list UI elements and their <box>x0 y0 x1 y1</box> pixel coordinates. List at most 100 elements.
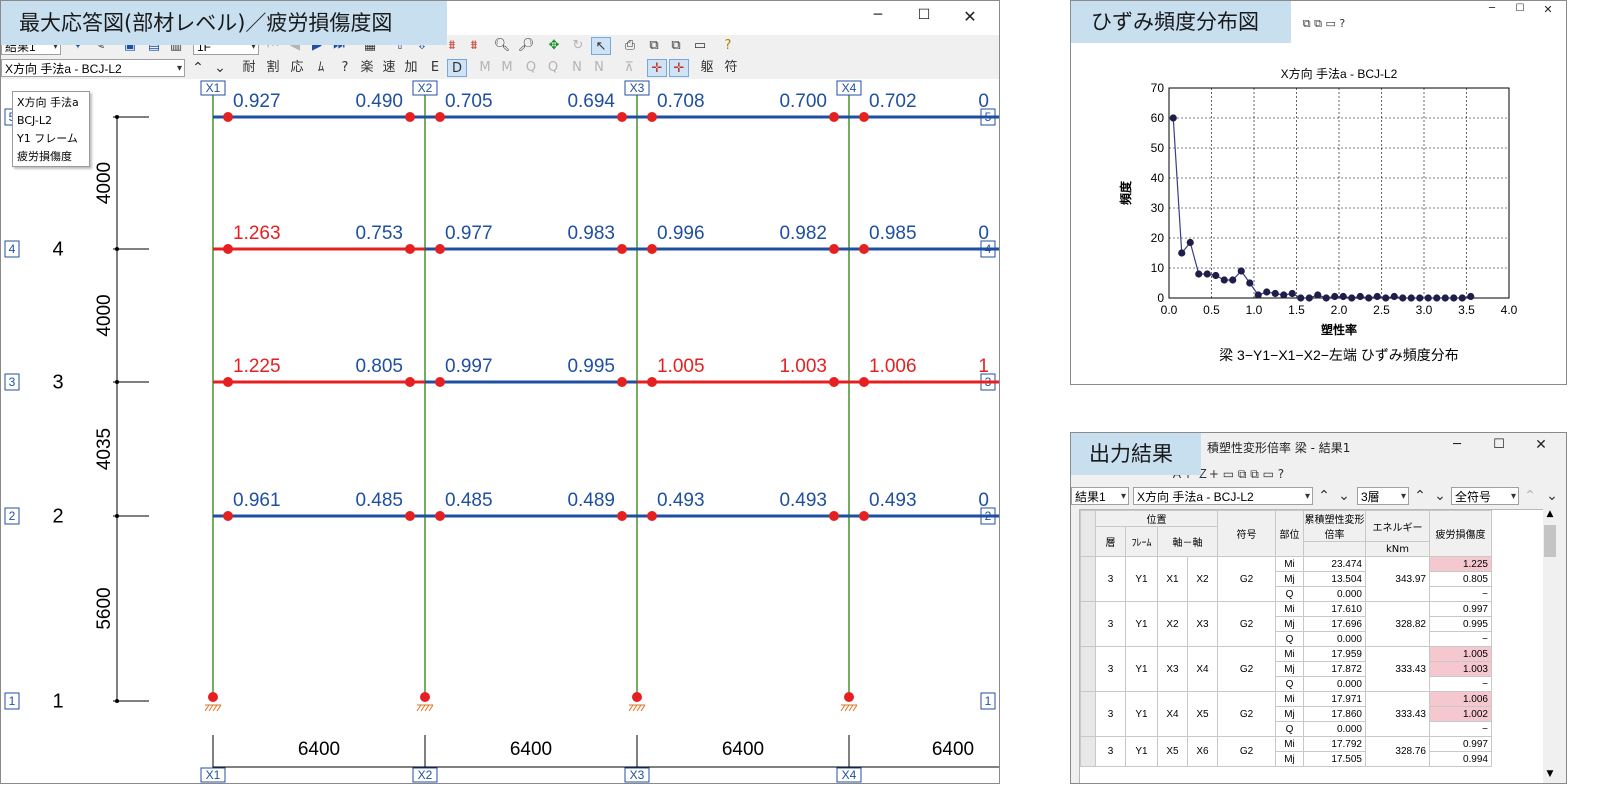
mode-btn-4[interactable]: ? <box>335 59 355 77</box>
mode-btn-6[interactable]: 速 <box>379 59 399 77</box>
data-point <box>1373 292 1381 301</box>
y-tick-label: 40 <box>1151 171 1165 185</box>
node2-icon[interactable]: ⩩ <box>465 37 483 55</box>
rotate-icon[interactable]: ↻ <box>569 37 587 55</box>
chevron-up-icon[interactable]: ⌃ <box>1411 487 1429 505</box>
fixed-support-icon <box>628 704 646 712</box>
mode-btn-10[interactable]: M <box>475 59 495 77</box>
mode-btn-2[interactable]: 応 <box>287 59 307 77</box>
hinge-dot <box>617 244 627 254</box>
chevron-up-icon[interactable]: ⌃ <box>1315 487 1333 505</box>
cell-damage: 0.995 <box>1429 616 1492 632</box>
hinge-dot <box>435 112 445 122</box>
chevron-down-icon: ▾ <box>1304 491 1310 502</box>
support-dot <box>208 692 218 702</box>
mode-btn-3[interactable]: ﾑ <box>311 59 331 77</box>
close-icon[interactable]: ✕ <box>947 7 993 26</box>
cell-axis-from: X5 <box>1157 736 1188 767</box>
x-tick-label: 3.5 <box>1458 303 1475 317</box>
data-point <box>1220 276 1228 284</box>
mode-btn-7[interactable]: 加 <box>401 59 421 77</box>
zoom-in-icon[interactable]: 🔎︎ <box>517 37 535 55</box>
sign-select[interactable]: 全符号 ▾ <box>1451 487 1519 505</box>
move-icon[interactable]: ✥ <box>545 37 563 55</box>
table-row[interactable]: 3 Y1 X5 X6 G2 Mi 17.792 328.76 0.997 <box>1080 736 1492 767</box>
case-select[interactable]: X方向 手法a - BCJ-L2 ▾ <box>1133 487 1313 505</box>
result-select[interactable]: 結果1 ▾ <box>1071 487 1129 505</box>
mode-btn-12[interactable]: Q <box>521 59 541 77</box>
maximize-icon[interactable]: ☐ <box>901 7 947 26</box>
mode-btn-1[interactable]: 割 <box>263 59 283 77</box>
minimize-icon[interactable]: ─ <box>1478 3 1506 16</box>
maximize-icon[interactable]: ☐ <box>1506 3 1534 16</box>
table-row[interactable]: 3 Y1 X2 X3 G2 Mi 17.610 328.82 0.997 <box>1080 601 1492 647</box>
scroll-thumb[interactable] <box>1544 525 1556 557</box>
cell-frame: Y1 <box>1125 736 1158 767</box>
table-row[interactable]: 3 Y1 X4 X5 G2 Mi 17.971 333.43 1.006 <box>1080 691 1492 737</box>
frame-diagram[interactable]: 4000400040355600554433221143210.9270.490… <box>1 79 999 784</box>
minimize-icon[interactable]: ─ <box>1436 437 1478 453</box>
table-row[interactable]: 3 Y1 X3 X4 G2 Mi 17.959 333.43 1.005 <box>1080 646 1492 692</box>
chevron-down-icon[interactable]: ⌄ <box>1431 487 1449 505</box>
mode-btn-11[interactable]: M <box>497 59 517 77</box>
window-copy-icon[interactable]: ⧉ <box>667 37 685 55</box>
chevron-up-icon[interactable]: ⌃ <box>189 59 207 77</box>
close-icon[interactable]: ✕ <box>1520 437 1562 453</box>
beam-value-label: 0.927 <box>233 91 281 112</box>
skeleton-btn[interactable]: 躯 <box>697 59 717 77</box>
span-label: 6400 <box>510 739 552 760</box>
print-icon[interactable]: ⎙ <box>621 37 639 55</box>
chart-title: X方向 手法a - BCJ-L2 <box>1281 66 1398 81</box>
symbol-btn[interactable]: 符 <box>721 59 741 77</box>
cell-part: Mi <box>1275 691 1304 707</box>
help-icon[interactable]: ? <box>719 37 737 55</box>
close-icon[interactable]: ✕ <box>1534 3 1562 16</box>
window-icon[interactable]: ▭ <box>691 37 709 55</box>
mode-btn-15[interactable]: N <box>589 59 609 77</box>
chart-caption: 梁 3−Y1−X1−X2−左端 ひずみ頻度分布 <box>1219 347 1459 363</box>
table-area: 位置 符号 部位 累積塑性変形倍率 エネルギー 疲労損傷度層ﾌﾚｰﾑ 軸－軸 kNm 3 Y1 X1… <box>1079 509 1545 783</box>
maximize-icon[interactable]: ☐ <box>1478 437 1520 453</box>
mode-btn-0[interactable]: 耐 <box>239 59 259 77</box>
pointer-icon[interactable]: ↖ <box>591 37 611 55</box>
floor-select[interactable]: 3層 ▾ <box>1357 487 1409 505</box>
cell-damage: − <box>1429 586 1492 602</box>
hinge-dot <box>829 112 839 122</box>
mode-btn-5[interactable]: 楽 <box>357 59 377 77</box>
row-header-cell <box>1080 691 1096 737</box>
mode-btn-8[interactable]: E <box>425 59 445 77</box>
y-tick-label: 30 <box>1151 201 1165 215</box>
chevron-down-icon[interactable]: ⌄ <box>1543 487 1561 505</box>
cell-ratio: 17.860 <box>1303 706 1366 722</box>
story-height-label: 4000 <box>94 162 115 204</box>
mode-btn-14[interactable]: N <box>567 59 587 77</box>
cell-ratio: 0.000 <box>1303 721 1366 737</box>
beam-value-label: 0.705 <box>445 91 493 112</box>
hinge-dot <box>647 244 657 254</box>
chevron-down-icon[interactable]: ⌄ <box>211 59 229 77</box>
table-row[interactable]: 3 Y1 X1 X2 G2 Mi 23.474 343.97 1.225 <box>1080 556 1492 602</box>
scroll-down-icon[interactable]: ▼ <box>1543 769 1557 783</box>
chevron-up-icon[interactable]: ⌃ <box>1521 487 1539 505</box>
cell-ratio: 17.872 <box>1303 661 1366 677</box>
case-select[interactable]: X方向 手法a - BCJ-L2 ▾ <box>1 59 185 77</box>
chevron-down-icon[interactable]: ⌄ <box>1335 487 1353 505</box>
toolbar-icons[interactable]: ⧉ ⧉ ▭ ? <box>1289 15 1359 33</box>
hinge-icon[interactable]: ✛ <box>647 59 667 77</box>
data-point <box>1331 292 1339 301</box>
zoom-out-icon[interactable]: 🔍︎ <box>493 37 511 55</box>
axis-tag-top-text: X4 <box>842 81 857 95</box>
mode-btn-13[interactable]: Q <box>543 59 563 77</box>
scroll-up-icon[interactable]: ▲ <box>1543 509 1557 523</box>
scrollbar[interactable]: ▲ ▼ <box>1543 509 1557 783</box>
y-tick-label: 50 <box>1151 141 1165 155</box>
base-icon[interactable]: ⊼ <box>619 59 639 77</box>
window-add-icon[interactable]: ⧉ <box>645 37 663 55</box>
strain-frequency-window: ─ ☐ ✕ ⧉ ⧉ ▭ ? X方向 手法a - BCJ-L2 0 10 20 30 40 5… <box>1070 0 1567 385</box>
hinge2-icon[interactable]: ✛ <box>669 59 689 77</box>
mode-btn-9[interactable]: D <box>447 59 467 77</box>
x-tick-label: 3.0 <box>1416 303 1433 317</box>
row-header-cell <box>1080 601 1096 647</box>
minimize-icon[interactable]: ─ <box>855 7 901 26</box>
chevron-down-icon: ▾ <box>1120 491 1126 502</box>
